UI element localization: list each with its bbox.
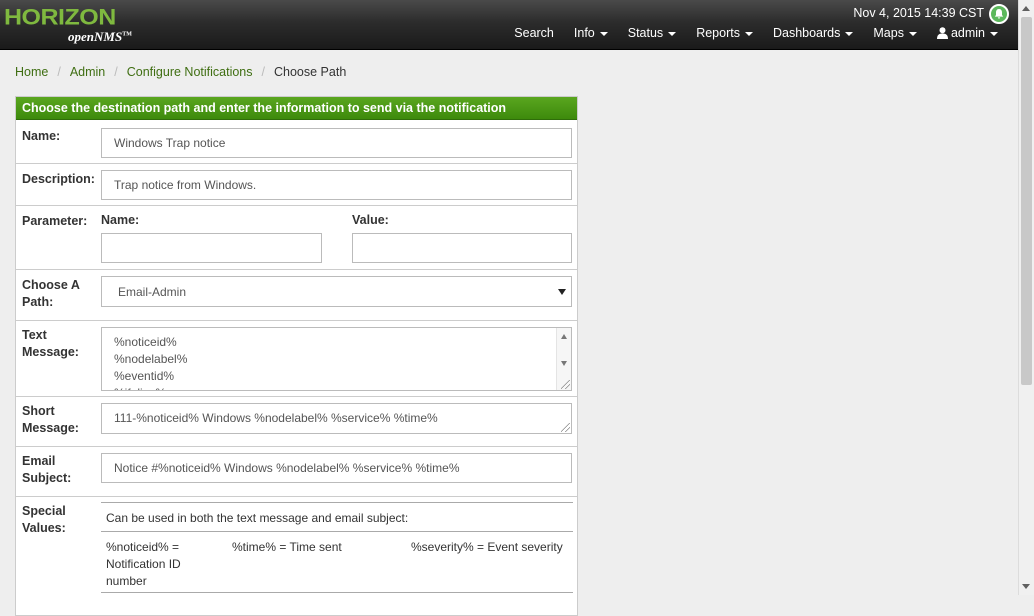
caret-down-icon [599, 31, 608, 36]
scrollbar-thumb[interactable] [1021, 17, 1032, 385]
param-value-input[interactable] [352, 233, 572, 263]
nav-reports-dropdown[interactable]: Reports [686, 25, 763, 43]
special-values-label: Special Values: [22, 504, 66, 535]
page-scrollbar[interactable] [1018, 0, 1034, 595]
scroll-up-arrow-icon[interactable] [561, 334, 567, 339]
nav-status-dropdown[interactable]: Status [618, 25, 686, 43]
email-subject-row: Email Subject: Notice #%noticeid% Windows… [16, 446, 577, 496]
text-message-content: %noticeid% %nodelabel% %eventid% %ifalia… [114, 335, 188, 390]
path-select[interactable]: Email-Admin [101, 276, 572, 307]
dropdown-arrow-icon [558, 289, 566, 295]
path-label: Choose A Path: [22, 278, 80, 309]
notification-name-input[interactable]: Windows Trap notice [101, 128, 572, 158]
text-message-textarea[interactable]: %noticeid% %nodelabel% %eventid% %ifalia… [101, 327, 572, 391]
scroll-up-arrow-icon[interactable] [1022, 6, 1030, 11]
user-icon [936, 27, 948, 39]
email-subject-label: Email Subject: [22, 454, 72, 485]
name-row: Name: Windows Trap notice [16, 121, 577, 163]
nav-search[interactable]: Search [504, 25, 564, 43]
nav-info-dropdown[interactable]: Info [564, 25, 618, 43]
email-subject-input[interactable]: Notice #%noticeid% Windows %nodelabel% %… [101, 453, 572, 483]
breadcrumb-admin[interactable]: Admin [70, 65, 105, 79]
notification-bell-icon[interactable] [989, 4, 1009, 24]
short-message-row: Short Message: 111-%noticeid% Windows %no… [16, 396, 577, 446]
short-message-textarea[interactable]: 111-%noticeid% Windows %nodelabel% %serv… [101, 403, 572, 434]
description-row: Description: Trap notice from Windows. [16, 163, 577, 205]
resize-grip-icon[interactable] [561, 423, 570, 432]
nav-maps-dropdown[interactable]: Maps [863, 25, 927, 43]
special-values-row: Special Values: Can be used in both the t… [16, 496, 577, 615]
description-label: Description: [22, 172, 95, 186]
nav-user-dropdown[interactable]: admin [927, 25, 1008, 43]
special-value-item: %severity% = Event severity [411, 540, 563, 554]
breadcrumb: Home / Admin / Configure Notifications /… [15, 65, 347, 79]
param-name-input[interactable] [101, 233, 322, 263]
scroll-down-arrow-icon[interactable] [561, 361, 567, 366]
main-nav-menu: Search Info Status Reports Dashboards Ma… [504, 25, 1008, 43]
server-datetime: Nov 4, 2015 14:39 CST [853, 6, 984, 20]
special-values-intro: Can be used in both the text message and… [106, 511, 409, 525]
nav-dashboards-dropdown[interactable]: Dashboards [763, 25, 863, 43]
caret-down-icon [990, 31, 998, 36]
caret-down-icon [845, 31, 854, 36]
special-value-item: %noticeid% = Notification ID number [106, 540, 181, 588]
resize-grip-icon[interactable] [561, 380, 570, 389]
text-message-label: Text Message: [22, 328, 79, 359]
short-message-label: Short Message: [22, 404, 79, 435]
caret-down-icon [668, 31, 677, 36]
logo-subtext: openNMSTM [68, 29, 132, 44]
top-navbar: HORIZON openNMSTM Nov 4, 2015 14:39 CST … [0, 0, 1018, 50]
horizon-opennms-logo[interactable]: HORIZON openNMSTM [4, 3, 136, 47]
path-row: Choose A Path: Email-Admin [16, 269, 577, 320]
description-input[interactable]: Trap notice from Windows. [101, 170, 572, 200]
special-values-intro-box: Can be used in both the text message and… [101, 502, 573, 532]
parameter-row: Parameter: Name: Value: [16, 205, 577, 269]
scroll-down-arrow-icon[interactable] [1022, 584, 1030, 589]
param-name-label: Name: [101, 213, 140, 227]
parameter-label: Parameter: [22, 214, 88, 228]
special-value-item: %time% = Time sent [232, 540, 342, 554]
special-values-divider [101, 592, 573, 593]
caret-down-icon [908, 31, 917, 36]
param-value-label: Value: [352, 213, 389, 227]
notification-path-panel: Choose the destination path and enter th… [15, 96, 578, 616]
logo-text: HORIZON [4, 4, 116, 30]
breadcrumb-home[interactable]: Home [15, 65, 48, 79]
panel-title: Choose the destination path and enter th… [16, 97, 577, 120]
caret-down-icon [744, 31, 753, 36]
name-label: Name: [22, 129, 61, 143]
text-message-row: Text Message: %noticeid% %nodelabel% %eve… [16, 320, 577, 396]
breadcrumb-configure-notifications[interactable]: Configure Notifications [127, 65, 253, 79]
breadcrumb-current: Choose Path [274, 65, 347, 79]
